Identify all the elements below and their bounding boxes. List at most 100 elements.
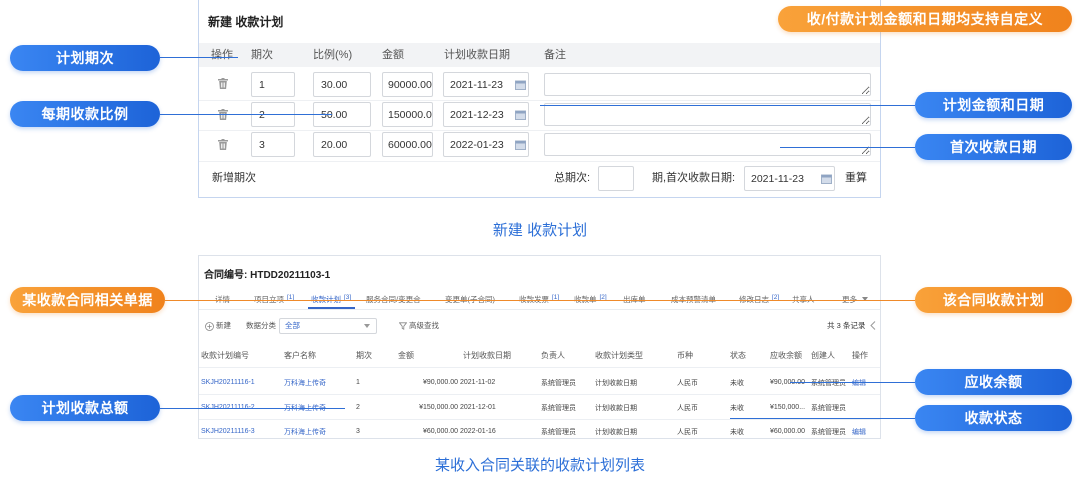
recalc-link[interactable]: 重算: [845, 172, 867, 185]
status-cell: 未收: [730, 379, 744, 387]
trash-icon[interactable]: [218, 139, 228, 150]
callout-plan-total: 计划收款总额: [10, 395, 160, 421]
currency-cell: 人民币: [677, 379, 698, 387]
chevron-down-icon: [364, 324, 370, 328]
col-code: 收款计划编号: [201, 351, 249, 360]
calendar-icon[interactable]: [515, 80, 526, 90]
header-date: 计划收款日期: [444, 49, 510, 61]
creator-cell: 系统管理员: [811, 428, 846, 436]
balance-cell: ¥60,000.00: [770, 428, 806, 435]
header-amount: 金额: [382, 49, 404, 61]
period-cell: 3: [356, 428, 360, 435]
customer-link[interactable]: 万科海上传奇: [284, 420, 354, 438]
filter-icon[interactable]: [399, 322, 407, 330]
callout-related-docs: 某收款合同相关单据: [10, 287, 165, 313]
status-cell: 未收: [730, 404, 744, 412]
trash-icon[interactable]: [218, 78, 228, 89]
date-cell: 2022-01-16: [460, 428, 496, 435]
first-date-input[interactable]: [745, 167, 815, 190]
amount-input[interactable]: [382, 102, 433, 127]
total-periods-label: 总期次:: [554, 172, 591, 184]
owner-cell: 系统管理员: [541, 379, 576, 387]
owner-cell: 系统管理员: [541, 404, 576, 412]
table-header-band: [199, 43, 880, 67]
col-creator: 创建人: [811, 351, 835, 360]
owner-cell: 系统管理员: [541, 428, 576, 436]
callout-amount-date: 计划金额和日期: [915, 92, 1072, 118]
currency-cell: 人民币: [677, 404, 698, 412]
plan-code-link[interactable]: SKJH20211116-3: [201, 420, 282, 438]
callout-period-ratio: 每期收款比例: [10, 101, 160, 127]
plus-circle-icon[interactable]: [205, 322, 214, 331]
col-date: 计划收款日期: [463, 351, 511, 360]
amount-input[interactable]: [382, 72, 433, 97]
table-row: SKJH20211116-1 万科海上传奇 1 ¥90,000.00 2021-…: [199, 371, 880, 395]
customer-link[interactable]: 万科海上传奇: [284, 371, 354, 394]
amount-input[interactable]: [382, 132, 433, 157]
contract-title: 合同编号: HTDD20211103-1: [204, 270, 331, 281]
calendar-icon[interactable]: [515, 140, 526, 150]
bottom-caption: 某收入合同关联的收款计划列表: [434, 457, 645, 474]
col-period: 期次: [356, 351, 372, 360]
ratio-input[interactable]: [313, 72, 371, 97]
header-period: 期次: [251, 49, 273, 61]
row-divider: [199, 161, 880, 162]
category-label: 数据分类: [246, 321, 276, 330]
calendar-icon[interactable]: [821, 174, 832, 184]
currency-cell: 人民币: [677, 428, 698, 436]
chevron-left-icon[interactable]: [870, 321, 876, 330]
callout-line-related-docs: [165, 300, 915, 301]
row-divider: [199, 100, 880, 101]
calendar-icon[interactable]: [515, 110, 526, 120]
period-input[interactable]: [251, 132, 295, 157]
ratio-input[interactable]: [313, 132, 371, 157]
col-type: 收款计划类型: [595, 351, 643, 360]
date-picker[interactable]: [443, 102, 529, 127]
add-period-link[interactable]: 新增期次: [212, 172, 256, 185]
period-cell: 1: [356, 379, 360, 386]
type-cell: 计划收款日期: [595, 428, 637, 436]
date-input[interactable]: [444, 73, 514, 96]
new-plan-panel: 新建 收款计划 操作 期次 比例(%) 金额 计划收款日期 备注 新增期次 总期…: [198, 0, 881, 198]
col-balance: 应收余额: [770, 351, 802, 360]
date-input[interactable]: [444, 133, 514, 156]
edit-link[interactable]: 编辑: [852, 420, 880, 438]
amount-cell: ¥60,000.00: [422, 428, 458, 435]
amount-cell: ¥90,000.00: [422, 379, 458, 386]
col-status: 状态: [730, 351, 746, 360]
header-note: 备注: [544, 49, 566, 61]
col-currency: 币种: [677, 351, 693, 360]
category-select[interactable]: 全部: [279, 318, 377, 334]
date-picker[interactable]: [443, 132, 529, 157]
callout-line-period-ratio: [160, 114, 332, 115]
callout-line-balance: [790, 382, 915, 383]
callout-line-first-date: [780, 147, 915, 148]
balance-cell: ¥150,000...: [770, 404, 806, 411]
col-owner: 负责人: [541, 351, 565, 360]
col-actions: 操作: [852, 351, 868, 360]
contract-detail-panel: 合同编号: HTDD20211103-1 详情 项目立项[1] 收款计划[3] …: [198, 255, 881, 439]
panel-title: 新建 收款计划: [208, 15, 284, 29]
callout-line-plan-periods: [160, 57, 238, 58]
row-divider: [199, 130, 880, 131]
category-value: 全部: [285, 321, 300, 330]
date-input[interactable]: [444, 103, 514, 126]
new-button[interactable]: 新建: [216, 320, 231, 332]
date-cell: 2021-11-02: [460, 379, 496, 386]
note-textarea[interactable]: [544, 103, 871, 126]
type-cell: 计划收款日期: [595, 379, 637, 387]
date-picker[interactable]: [443, 72, 529, 97]
first-date-picker[interactable]: [744, 166, 835, 191]
header-ratio: 比例(%): [313, 49, 353, 61]
note-textarea[interactable]: [544, 133, 871, 156]
note-textarea[interactable]: [544, 73, 871, 96]
feature-banner: 收/付款计划金额和日期均支持自定义: [778, 6, 1072, 32]
record-count: 共 3 条记录: [827, 321, 866, 330]
date-cell: 2021-12-01: [460, 404, 496, 411]
period-input[interactable]: [251, 72, 295, 97]
total-periods-input[interactable]: [598, 166, 634, 191]
plan-code-link[interactable]: SKJH20211116-1: [201, 371, 282, 394]
advanced-search-button[interactable]: 高级查找: [409, 320, 439, 332]
first-date-label: 期,首次收款日期:: [652, 172, 736, 184]
table-header: 收款计划编号 客户名称 期次 金额 计划收款日期 负责人 收款计划类型 币种 状…: [199, 344, 880, 368]
